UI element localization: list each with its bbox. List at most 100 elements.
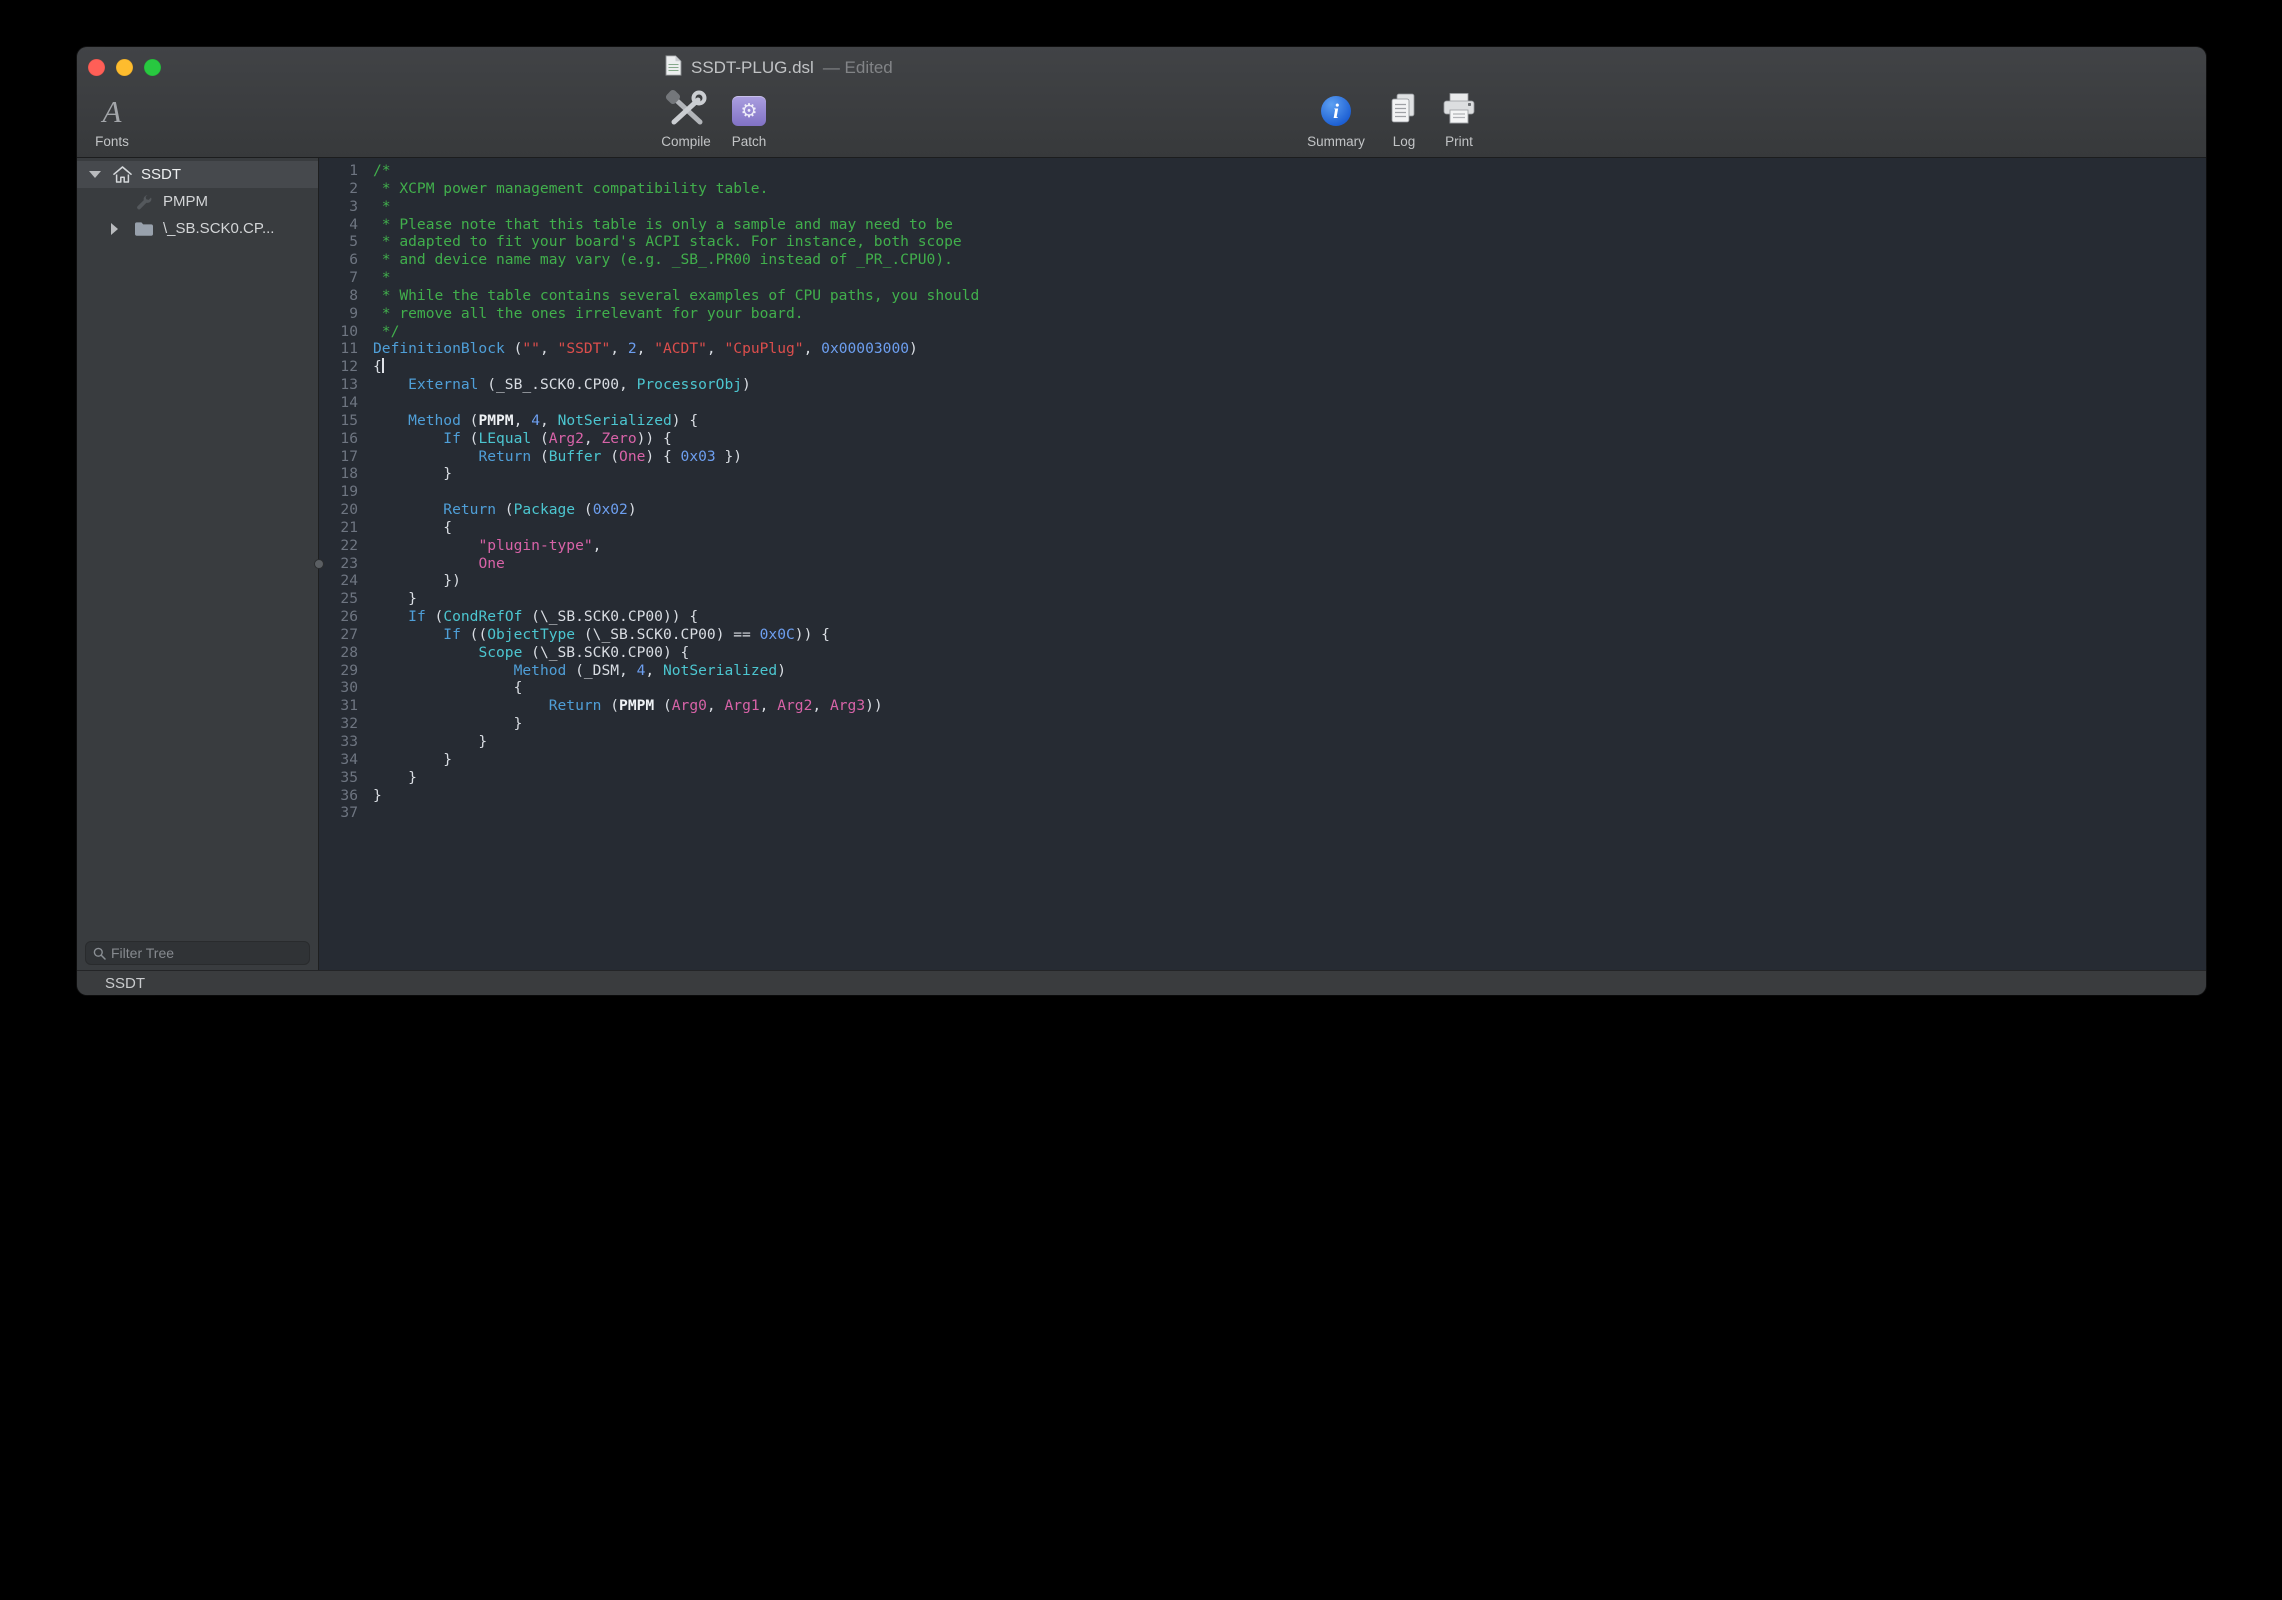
- filter-tree-input[interactable]: [111, 945, 302, 961]
- code-line: 1/*: [320, 162, 2206, 180]
- line-number: 29: [320, 662, 358, 680]
- code-line: 23 One: [320, 555, 2206, 573]
- code-line: 7 *: [320, 269, 2206, 287]
- traffic-lights: [88, 59, 161, 76]
- code-line: 15 Method (PMPM, 4, NotSerialized) {: [320, 412, 2206, 430]
- code-line: 8 * While the table contains several exa…: [320, 287, 2206, 305]
- line-number: 3: [320, 198, 358, 216]
- disclosure-right-icon[interactable]: [111, 223, 133, 235]
- filter-tree-field: [85, 941, 310, 965]
- code-line: 34 }: [320, 751, 2206, 769]
- line-number: 27: [320, 626, 358, 644]
- patch-button[interactable]: ⚙ Patch: [717, 89, 781, 153]
- app-window: SSDT-PLUG.dsl — Edited A Fonts Compile: [77, 47, 2206, 995]
- code-line: 22 "plugin-type",: [320, 537, 2206, 555]
- code-line: 13 External (_SB_.SCK0.CP00, ProcessorOb…: [320, 376, 2206, 394]
- code-lines: 1/*2 * XCPM power management compatibili…: [320, 162, 2206, 822]
- line-number: 5: [320, 233, 358, 251]
- tree-label-sb-sck0: \_SB.SCK0.CP...: [163, 220, 274, 237]
- line-number: 20: [320, 501, 358, 519]
- code-line: 35 }: [320, 769, 2206, 787]
- line-number: 33: [320, 733, 358, 751]
- line-number: 36: [320, 787, 358, 805]
- summary-label: Summary: [1307, 134, 1365, 149]
- line-number: 4: [320, 216, 358, 234]
- status-text: SSDT: [105, 975, 145, 992]
- line-number: 19: [320, 483, 358, 501]
- line-number: 23: [320, 555, 358, 573]
- line-number: 11: [320, 340, 358, 358]
- line-number: 1: [320, 162, 358, 180]
- code-line: 17 Return (Buffer (One) { 0x03 }): [320, 448, 2206, 466]
- info-icon: i: [1321, 96, 1351, 126]
- patch-gear-icon: ⚙: [732, 96, 766, 126]
- line-number: 25: [320, 590, 358, 608]
- sidebar-item-ssdt[interactable]: SSDT: [77, 161, 318, 188]
- line-number: 30: [320, 679, 358, 697]
- home-icon: [111, 166, 133, 183]
- code-line: 28 Scope (\_SB.SCK0.CP00) {: [320, 644, 2206, 662]
- code-line: 31 Return (PMPM (Arg0, Arg1, Arg2, Arg3)…: [320, 697, 2206, 715]
- code-editor[interactable]: 1/*2 * XCPM power management compatibili…: [320, 158, 2206, 970]
- window-edited-badge: — Edited: [823, 58, 893, 78]
- code-line: 9 * remove all the ones irrelevant for y…: [320, 305, 2206, 323]
- zoom-button[interactable]: [144, 59, 161, 76]
- summary-button[interactable]: i Summary: [1299, 89, 1373, 153]
- code-line: 18 }: [320, 465, 2206, 483]
- line-number: 35: [320, 769, 358, 787]
- method-tool-icon: [133, 194, 155, 210]
- line-number: 31: [320, 697, 358, 715]
- window-title-group: SSDT-PLUG.dsl — Edited: [665, 47, 893, 89]
- code-line: 20 Return (Package (0x02): [320, 501, 2206, 519]
- line-number: 26: [320, 608, 358, 626]
- compile-button[interactable]: Compile: [654, 89, 718, 153]
- code-line: 12{: [320, 358, 2206, 376]
- line-number: 14: [320, 394, 358, 412]
- code-line: 6 * and device name may vary (e.g. _SB_.…: [320, 251, 2206, 269]
- code-line: 26 If (CondRefOf (\_SB.SCK0.CP00)) {: [320, 608, 2206, 626]
- line-number: 22: [320, 537, 358, 555]
- fonts-label: Fonts: [95, 134, 129, 149]
- code-line: 5 * adapted to fit your board's ACPI sta…: [320, 233, 2206, 251]
- print-label: Print: [1445, 134, 1473, 149]
- code-line: 25 }: [320, 590, 2206, 608]
- log-button[interactable]: Log: [1380, 89, 1428, 153]
- document-icon: [665, 55, 682, 81]
- code-line: 3 *: [320, 198, 2206, 216]
- folder-icon: [133, 221, 155, 237]
- search-icon: [93, 947, 106, 960]
- minimize-button[interactable]: [116, 59, 133, 76]
- line-number: 2: [320, 180, 358, 198]
- close-button[interactable]: [88, 59, 105, 76]
- code-line: 14: [320, 394, 2206, 412]
- code-line: 19: [320, 483, 2206, 501]
- code-line: 2 * XCPM power management compatibility …: [320, 180, 2206, 198]
- sidebar-item-pmpm[interactable]: PMPM: [77, 188, 318, 215]
- fonts-button[interactable]: A Fonts: [83, 89, 141, 153]
- printer-icon: [1442, 93, 1476, 129]
- line-number: 24: [320, 572, 358, 590]
- line-number: 7: [320, 269, 358, 287]
- disclosure-down-icon[interactable]: [89, 171, 111, 178]
- code-line: 4 * Please note that this table is only …: [320, 216, 2206, 234]
- log-pages-icon: [1389, 93, 1419, 130]
- patch-label: Patch: [732, 134, 767, 149]
- status-bar: SSDT: [77, 970, 2206, 995]
- window-chrome: SSDT-PLUG.dsl — Edited A Fonts Compile: [77, 47, 2206, 158]
- line-number: 15: [320, 412, 358, 430]
- window-title: SSDT-PLUG.dsl: [691, 58, 814, 78]
- line-number: 32: [320, 715, 358, 733]
- sidebar-item-sb-sck0[interactable]: \_SB.SCK0.CP...: [77, 215, 318, 242]
- pane-resize-handle[interactable]: [314, 559, 324, 569]
- code-line: 10 */: [320, 323, 2206, 341]
- line-number: 6: [320, 251, 358, 269]
- titlebar[interactable]: SSDT-PLUG.dsl — Edited: [77, 47, 2206, 87]
- print-button[interactable]: Print: [1433, 89, 1485, 153]
- code-line: 21 {: [320, 519, 2206, 537]
- code-line: 32 }: [320, 715, 2206, 733]
- compile-tools-icon: [663, 89, 709, 134]
- fonts-icon: A: [103, 96, 122, 127]
- code-line: 33 }: [320, 733, 2206, 751]
- line-number: 8: [320, 287, 358, 305]
- tree-label-ssdt: SSDT: [141, 166, 181, 183]
